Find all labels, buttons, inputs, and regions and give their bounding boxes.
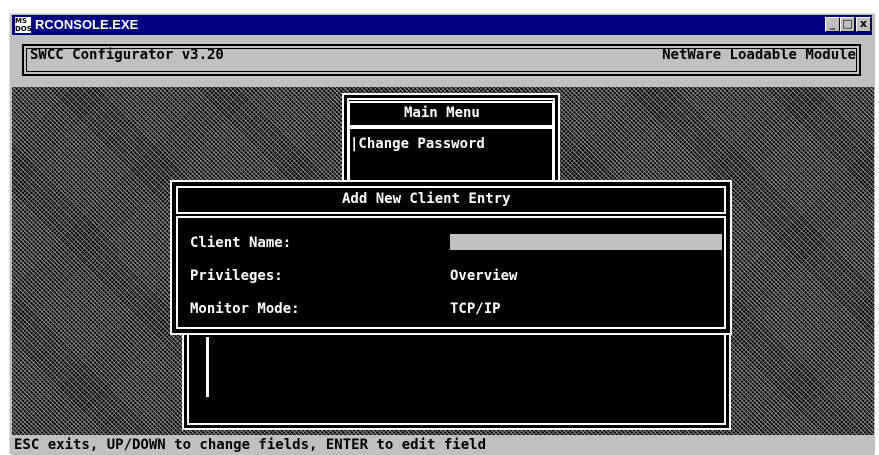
ms-dos-icon[interactable]: MS DOS	[15, 17, 32, 33]
status-bar: ESC exits, UP/DOWN to change fields, ENT…	[12, 435, 874, 455]
console-screen[interactable]: SWCC Configurator v3.20 NetWare Loadable…	[12, 37, 874, 455]
rconsole-window: MS DOS RCONSOLE.EXE _ □ x SWCC Configura…	[9, 13, 875, 455]
privileges-field[interactable]: Overview	[450, 268, 517, 284]
client-name-label: Client Name:	[190, 235, 292, 251]
close-button[interactable]: x	[856, 17, 871, 32]
window-title: RCONSOLE.EXE	[35, 17, 139, 32]
privileges-label: Privileges:	[190, 268, 283, 284]
client-name-field[interactable]	[450, 234, 722, 250]
minimize-button[interactable]: _	[825, 17, 840, 32]
menu-item-change-password[interactable]: |Change Password	[350, 136, 485, 152]
status-text: ESC exits, UP/DOWN to change fields, ENT…	[14, 437, 487, 453]
monitor-mode-label: Monitor Mode:	[190, 301, 300, 317]
dialog-title: Add New Client Entry	[342, 191, 511, 207]
header-bar: SWCC Configurator v3.20 NetWare Loadable…	[12, 37, 874, 87]
client-list-cursor	[206, 337, 209, 397]
module-type-label: NetWare Loadable Module	[662, 47, 856, 63]
main-menu-title: Main Menu	[404, 105, 480, 121]
monitor-mode-field[interactable]: TCP/IP	[450, 301, 501, 317]
app-version-label: SWCC Configurator v3.20	[30, 47, 224, 63]
title-bar[interactable]: MS DOS RCONSOLE.EXE _ □ x	[12, 15, 872, 35]
client-list-box[interactable]	[182, 320, 731, 430]
maximize-button[interactable]: □	[840, 17, 855, 32]
